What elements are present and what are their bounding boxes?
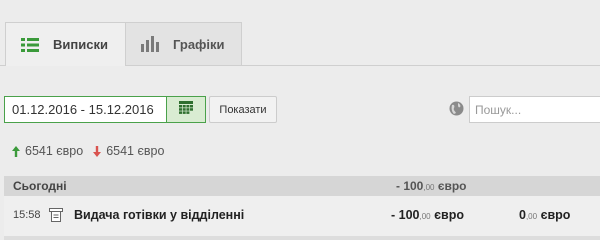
arrow-down-icon — [93, 145, 102, 157]
atm-icon — [49, 208, 63, 225]
tab-statements-label: Виписки — [53, 37, 108, 52]
transaction-amount-int: - 100 — [391, 208, 420, 222]
calendar-icon — [179, 100, 193, 119]
expense-total: 6541 євро — [106, 144, 165, 158]
balance-summary: 6541 євро 6541 євро — [12, 144, 164, 158]
day-total-int: - 100 — [396, 179, 424, 193]
search-input[interactable] — [469, 96, 600, 123]
transaction-description: Видача готівки у відділенні — [74, 208, 245, 222]
tab-charts-label: Графіки — [173, 36, 225, 52]
arrow-up-icon — [12, 145, 20, 157]
day-total-currency: євро — [437, 179, 467, 193]
tab-charts[interactable]: Графіки — [125, 22, 242, 65]
bar-chart-icon — [141, 36, 159, 52]
day-total: - 100,00 євро — [396, 179, 467, 193]
day-label: Сьогодні — [13, 179, 67, 193]
transaction-balance-int: 0 — [519, 208, 526, 222]
calendar-button[interactable] — [166, 96, 206, 123]
transaction-balance: 0,00 євро — [519, 208, 570, 222]
income-total: 6541 євро — [25, 144, 84, 158]
list-icon — [21, 37, 39, 52]
day-group-header: Сьогодні - 100,00 євро — [4, 176, 600, 196]
transaction-amount-currency: євро — [434, 208, 464, 222]
show-button[interactable]: Показати — [209, 96, 277, 123]
transaction-row[interactable]: 15:58 Видача готівки у відділенні - 100,… — [4, 196, 600, 236]
row-divider — [4, 236, 600, 240]
day-total-cents: ,00 — [423, 183, 435, 192]
tab-statements[interactable]: Виписки — [5, 22, 126, 66]
globe-icon — [449, 101, 464, 121]
date-range-input[interactable] — [4, 96, 167, 123]
transaction-amount-cents: ,00 — [419, 212, 431, 221]
transaction-balance-cents: ,00 — [525, 212, 538, 221]
transaction-balance-currency: євро — [540, 208, 571, 222]
transaction-time: 15:58 — [13, 209, 41, 221]
transaction-amount: - 100,00 євро — [391, 208, 464, 222]
